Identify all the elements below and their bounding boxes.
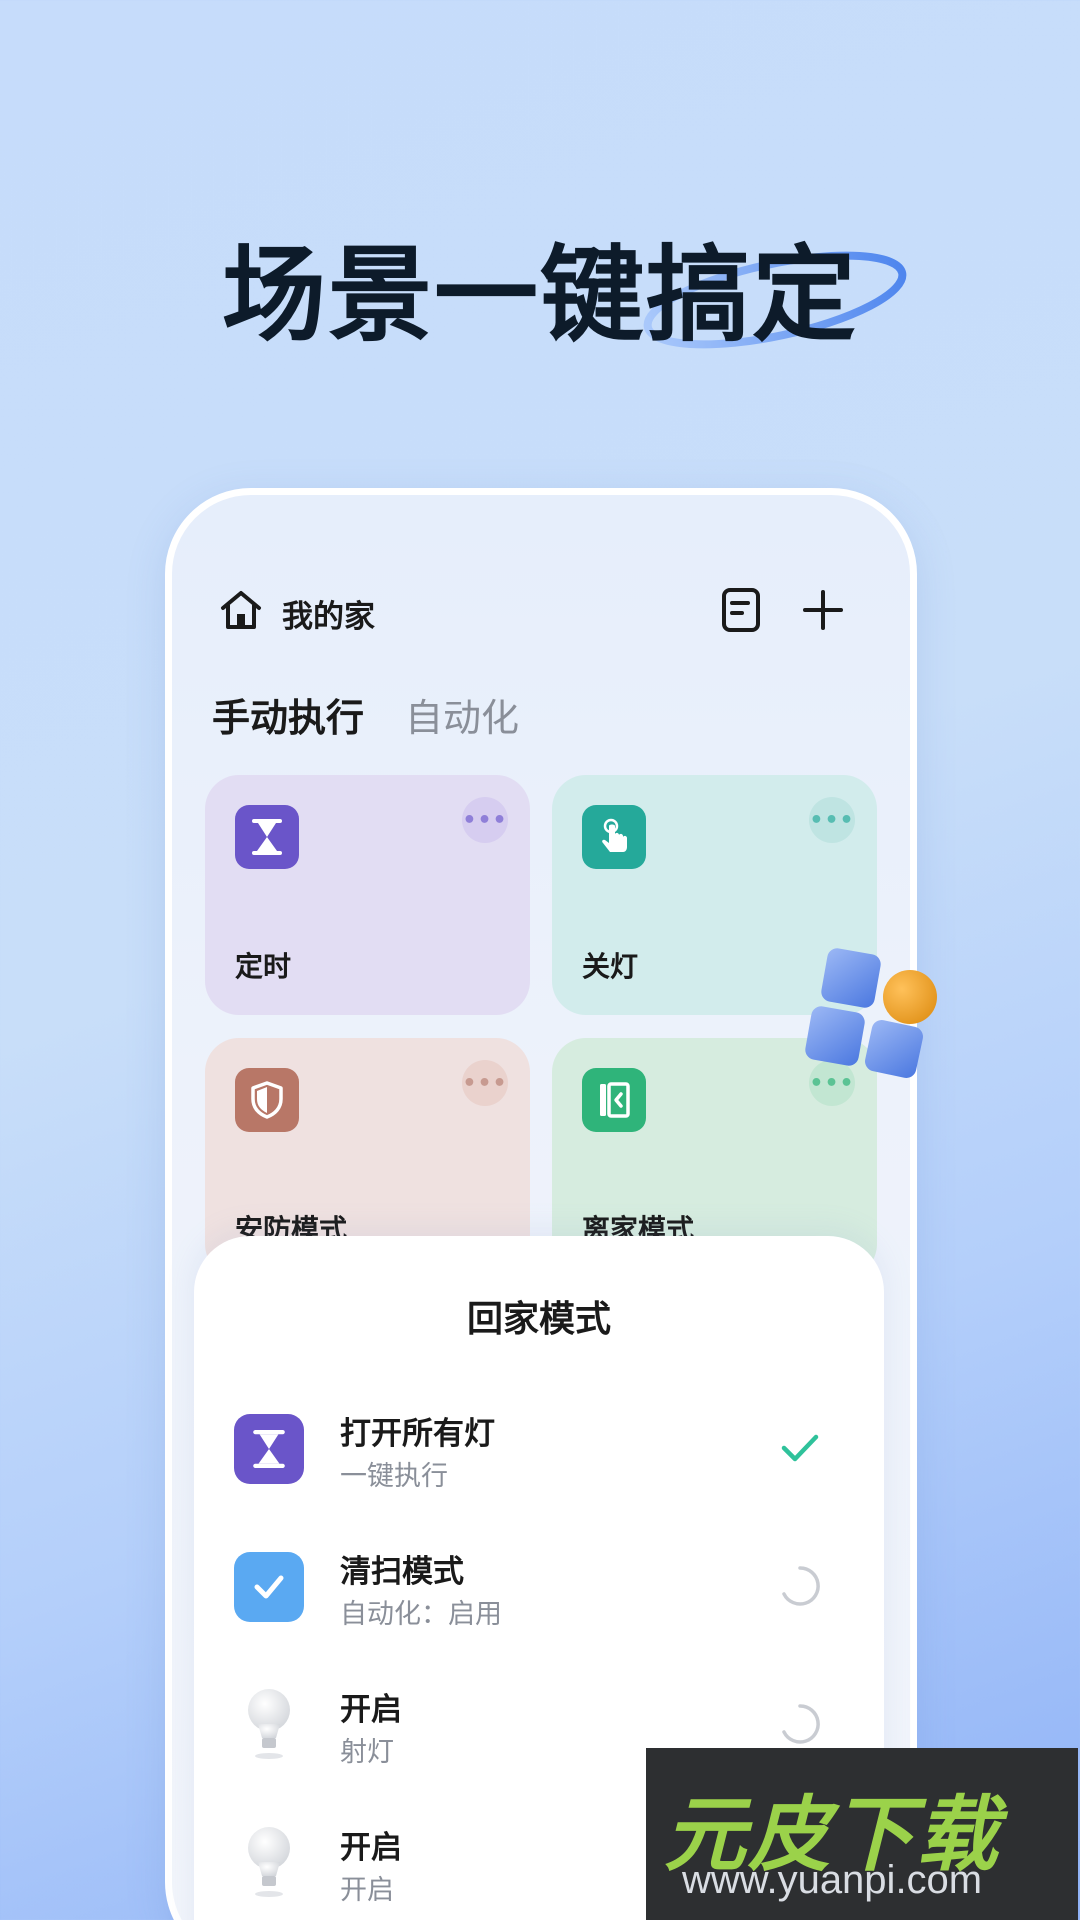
sheet-title: 回家模式 [466,1299,611,1340]
more-options-icon[interactable]: ••• [809,797,855,843]
hourglass-icon [235,805,299,869]
scene-card-timer[interactable]: ••• 定时 [205,775,530,1015]
item-title: 打开所有灯 [340,1416,495,1452]
checkmark-icon [781,1434,819,1462]
list-item[interactable]: 清扫模式 自动化：启用 [234,1538,854,1648]
more-options-icon[interactable]: ••• [462,797,508,843]
tap-icon [582,805,646,869]
door-exit-icon [582,1068,646,1132]
item-title: 开启 [340,1830,402,1866]
home-icon[interactable] [218,587,264,633]
item-subtitle: 射灯 [340,1737,394,1768]
item-subtitle: 一键执行 [340,1461,448,1492]
checkbox-icon [234,1552,304,1622]
headline: 场景一键搞定 [221,234,858,356]
bulb-icon [234,1827,304,1898]
tab-manual[interactable]: 手动执行 [212,687,364,742]
more-options-icon[interactable]: ••• [462,1060,508,1106]
tab-automation[interactable]: 自动化 [405,687,519,742]
list-item[interactable]: 打开所有灯 一键执行 [234,1400,854,1510]
bulb-icon [234,1689,304,1760]
item-subtitle: 开启 [340,1875,394,1906]
top-bar: 我的家 [212,587,870,637]
home-title[interactable]: 我的家 [282,591,375,636]
item-title: 清扫模式 [340,1554,464,1590]
hourglass-icon [234,1414,304,1484]
watermark: 元皮下载 www.yuanpi.com [646,1748,1078,1920]
headline-section: 场景一键搞定 [0,190,1080,380]
notes-icon[interactable] [720,587,762,633]
item-subtitle: 自动化：启用 [340,1599,502,1630]
cubes-decoration-icon [805,948,937,1078]
watermark-url: www.yuanpi.com [682,1858,983,1902]
item-title: 开启 [340,1692,402,1728]
loading-spinner-icon [782,1704,820,1744]
add-icon[interactable] [800,587,846,633]
card-label: 定时 [235,950,292,983]
card-label: 关灯 [582,950,639,983]
shield-icon [235,1068,299,1132]
loading-spinner-icon [782,1566,820,1606]
